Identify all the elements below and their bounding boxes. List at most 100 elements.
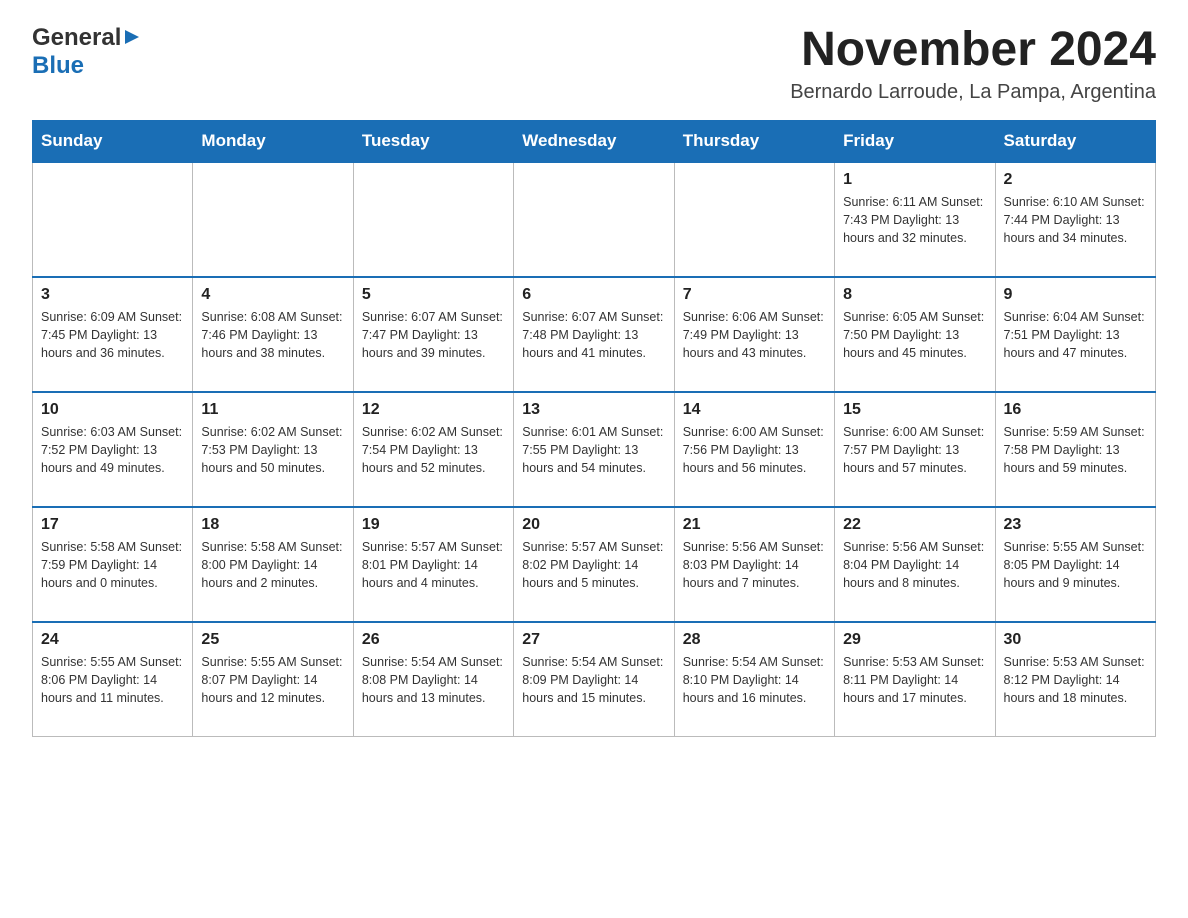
calendar-day-cell: 20Sunrise: 5:57 AM Sunset: 8:02 PM Dayli…: [514, 507, 674, 622]
day-info: Sunrise: 5:55 AM Sunset: 8:07 PM Dayligh…: [201, 653, 344, 707]
day-number: 20: [522, 516, 665, 534]
weekday-header-monday: Monday: [193, 120, 353, 162]
day-info: Sunrise: 6:07 AM Sunset: 7:48 PM Dayligh…: [522, 308, 665, 362]
day-number: 12: [362, 401, 505, 419]
day-info: Sunrise: 5:58 AM Sunset: 7:59 PM Dayligh…: [41, 538, 184, 592]
calendar-table: SundayMondayTuesdayWednesdayThursdayFrid…: [32, 120, 1156, 738]
day-number: 26: [362, 631, 505, 649]
weekday-header-sunday: Sunday: [33, 120, 193, 162]
day-number: 29: [843, 631, 986, 649]
day-number: 14: [683, 401, 826, 419]
day-info: Sunrise: 6:07 AM Sunset: 7:47 PM Dayligh…: [362, 308, 505, 362]
day-info: Sunrise: 6:00 AM Sunset: 7:57 PM Dayligh…: [843, 423, 986, 477]
calendar-day-cell: 28 Sunrise: 5:54 AM Sunset: 8:10 PM Dayli…: [674, 622, 834, 737]
day-info: Sunrise: 5:54 AM Sunset: 8:08 PM Dayligh…: [362, 653, 505, 707]
day-info: Sunrise: 6:09 AM Sunset: 7:45 PM Dayligh…: [41, 308, 184, 362]
day-info: Sunrise: 6:05 AM Sunset: 7:50 PM Dayligh…: [843, 308, 986, 362]
calendar-week-row: 24 Sunrise: 5:55 AM Sunset: 8:06 PM Dayli…: [33, 622, 1156, 737]
calendar-day-cell: 16Sunrise: 5:59 AM Sunset: 7:58 PM Dayli…: [995, 392, 1155, 507]
calendar-day-cell: 15 Sunrise: 6:00 AM Sunset: 7:57 PM Dayli…: [835, 392, 995, 507]
day-info: Sunrise: 6:00 AM Sunset: 7:56 PM Dayligh…: [683, 423, 826, 477]
calendar-day-cell: 12 Sunrise: 6:02 AM Sunset: 7:54 PM Dayli…: [353, 392, 513, 507]
calendar-day-cell: 14 Sunrise: 6:00 AM Sunset: 7:56 PM Dayli…: [674, 392, 834, 507]
day-number: 17: [41, 516, 184, 534]
calendar-empty-cell: [514, 162, 674, 277]
day-info: Sunrise: 5:54 AM Sunset: 8:10 PM Dayligh…: [683, 653, 826, 707]
calendar-header-row: SundayMondayTuesdayWednesdayThursdayFrid…: [33, 120, 1156, 162]
day-number: 18: [201, 516, 344, 534]
calendar-week-row: 10Sunrise: 6:03 AM Sunset: 7:52 PM Dayli…: [33, 392, 1156, 507]
calendar-day-cell: 2 Sunrise: 6:10 AM Sunset: 7:44 PM Daylig…: [995, 162, 1155, 277]
day-number: 4: [201, 286, 344, 304]
day-number: 3: [41, 286, 184, 304]
day-number: 30: [1004, 631, 1147, 649]
day-number: 9: [1004, 286, 1147, 304]
calendar-day-cell: 25 Sunrise: 5:55 AM Sunset: 8:07 PM Dayli…: [193, 622, 353, 737]
day-info: Sunrise: 5:55 AM Sunset: 8:05 PM Dayligh…: [1004, 538, 1147, 592]
day-number: 13: [522, 401, 665, 419]
day-info: Sunrise: 5:56 AM Sunset: 8:04 PM Dayligh…: [843, 538, 986, 592]
calendar-day-cell: 11 Sunrise: 6:02 AM Sunset: 7:53 PM Dayli…: [193, 392, 353, 507]
calendar-empty-cell: [33, 162, 193, 277]
day-number: 8: [843, 286, 986, 304]
calendar-day-cell: 19 Sunrise: 5:57 AM Sunset: 8:01 PM Dayli…: [353, 507, 513, 622]
calendar-day-cell: 27 Sunrise: 5:54 AM Sunset: 8:09 PM Dayli…: [514, 622, 674, 737]
day-info: Sunrise: 5:55 AM Sunset: 8:06 PM Dayligh…: [41, 653, 184, 707]
day-number: 5: [362, 286, 505, 304]
calendar-day-cell: 3 Sunrise: 6:09 AM Sunset: 7:45 PM Daylig…: [33, 277, 193, 392]
day-number: 1: [843, 171, 986, 189]
calendar-week-row: 3 Sunrise: 6:09 AM Sunset: 7:45 PM Daylig…: [33, 277, 1156, 392]
calendar-day-cell: 22 Sunrise: 5:56 AM Sunset: 8:04 PM Dayli…: [835, 507, 995, 622]
day-number: 2: [1004, 171, 1147, 189]
calendar-day-cell: 13Sunrise: 6:01 AM Sunset: 7:55 PM Dayli…: [514, 392, 674, 507]
calendar-title-block: November 2024 Bernardo Larroude, La Pamp…: [790, 24, 1156, 104]
day-info: Sunrise: 5:53 AM Sunset: 8:12 PM Dayligh…: [1004, 653, 1147, 707]
day-info: Sunrise: 6:04 AM Sunset: 7:51 PM Dayligh…: [1004, 308, 1147, 362]
calendar-day-cell: 7Sunrise: 6:06 AM Sunset: 7:49 PM Daylig…: [674, 277, 834, 392]
weekday-header-thursday: Thursday: [674, 120, 834, 162]
day-info: Sunrise: 6:02 AM Sunset: 7:54 PM Dayligh…: [362, 423, 505, 477]
day-number: 28: [683, 631, 826, 649]
calendar-empty-cell: [674, 162, 834, 277]
calendar-day-cell: 5 Sunrise: 6:07 AM Sunset: 7:47 PM Daylig…: [353, 277, 513, 392]
day-info: Sunrise: 5:53 AM Sunset: 8:11 PM Dayligh…: [843, 653, 986, 707]
day-info: Sunrise: 5:59 AM Sunset: 7:58 PM Dayligh…: [1004, 423, 1147, 477]
weekday-header-wednesday: Wednesday: [514, 120, 674, 162]
calendar-day-cell: 29 Sunrise: 5:53 AM Sunset: 8:11 PM Dayli…: [835, 622, 995, 737]
day-number: 11: [201, 401, 344, 419]
calendar-day-cell: 8 Sunrise: 6:05 AM Sunset: 7:50 PM Daylig…: [835, 277, 995, 392]
logo: General Blue: [32, 24, 141, 80]
day-number: 21: [683, 516, 826, 534]
day-number: 24: [41, 631, 184, 649]
day-info: Sunrise: 6:11 AM Sunset: 7:43 PM Dayligh…: [843, 193, 986, 247]
day-info: Sunrise: 5:58 AM Sunset: 8:00 PM Dayligh…: [201, 538, 344, 592]
calendar-day-cell: 18 Sunrise: 5:58 AM Sunset: 8:00 PM Dayli…: [193, 507, 353, 622]
day-number: 19: [362, 516, 505, 534]
day-info: Sunrise: 6:10 AM Sunset: 7:44 PM Dayligh…: [1004, 193, 1147, 247]
calendar-week-row: 1 Sunrise: 6:11 AM Sunset: 7:43 PM Daylig…: [33, 162, 1156, 277]
month-year-title: November 2024: [790, 24, 1156, 77]
day-info: Sunrise: 6:02 AM Sunset: 7:53 PM Dayligh…: [201, 423, 344, 477]
day-number: 25: [201, 631, 344, 649]
calendar-empty-cell: [353, 162, 513, 277]
day-number: 22: [843, 516, 986, 534]
day-number: 27: [522, 631, 665, 649]
calendar-day-cell: 6Sunrise: 6:07 AM Sunset: 7:48 PM Daylig…: [514, 277, 674, 392]
calendar-day-cell: 21 Sunrise: 5:56 AM Sunset: 8:03 PM Dayli…: [674, 507, 834, 622]
page-header: General Blue November 2024 Bernardo Larr…: [32, 24, 1156, 104]
weekday-header-tuesday: Tuesday: [353, 120, 513, 162]
calendar-day-cell: 1 Sunrise: 6:11 AM Sunset: 7:43 PM Daylig…: [835, 162, 995, 277]
calendar-day-cell: 30 Sunrise: 5:53 AM Sunset: 8:12 PM Dayli…: [995, 622, 1155, 737]
calendar-day-cell: 23 Sunrise: 5:55 AM Sunset: 8:05 PM Dayli…: [995, 507, 1155, 622]
day-info: Sunrise: 6:06 AM Sunset: 7:49 PM Dayligh…: [683, 308, 826, 362]
day-info: Sunrise: 5:54 AM Sunset: 8:09 PM Dayligh…: [522, 653, 665, 707]
logo-general-text: General: [32, 24, 121, 52]
day-number: 23: [1004, 516, 1147, 534]
day-number: 15: [843, 401, 986, 419]
day-info: Sunrise: 5:57 AM Sunset: 8:01 PM Dayligh…: [362, 538, 505, 592]
calendar-day-cell: 9 Sunrise: 6:04 AM Sunset: 7:51 PM Daylig…: [995, 277, 1155, 392]
weekday-header-friday: Friday: [835, 120, 995, 162]
calendar-day-cell: 26 Sunrise: 5:54 AM Sunset: 8:08 PM Dayli…: [353, 622, 513, 737]
calendar-week-row: 17 Sunrise: 5:58 AM Sunset: 7:59 PM Dayli…: [33, 507, 1156, 622]
day-info: Sunrise: 5:56 AM Sunset: 8:03 PM Dayligh…: [683, 538, 826, 592]
